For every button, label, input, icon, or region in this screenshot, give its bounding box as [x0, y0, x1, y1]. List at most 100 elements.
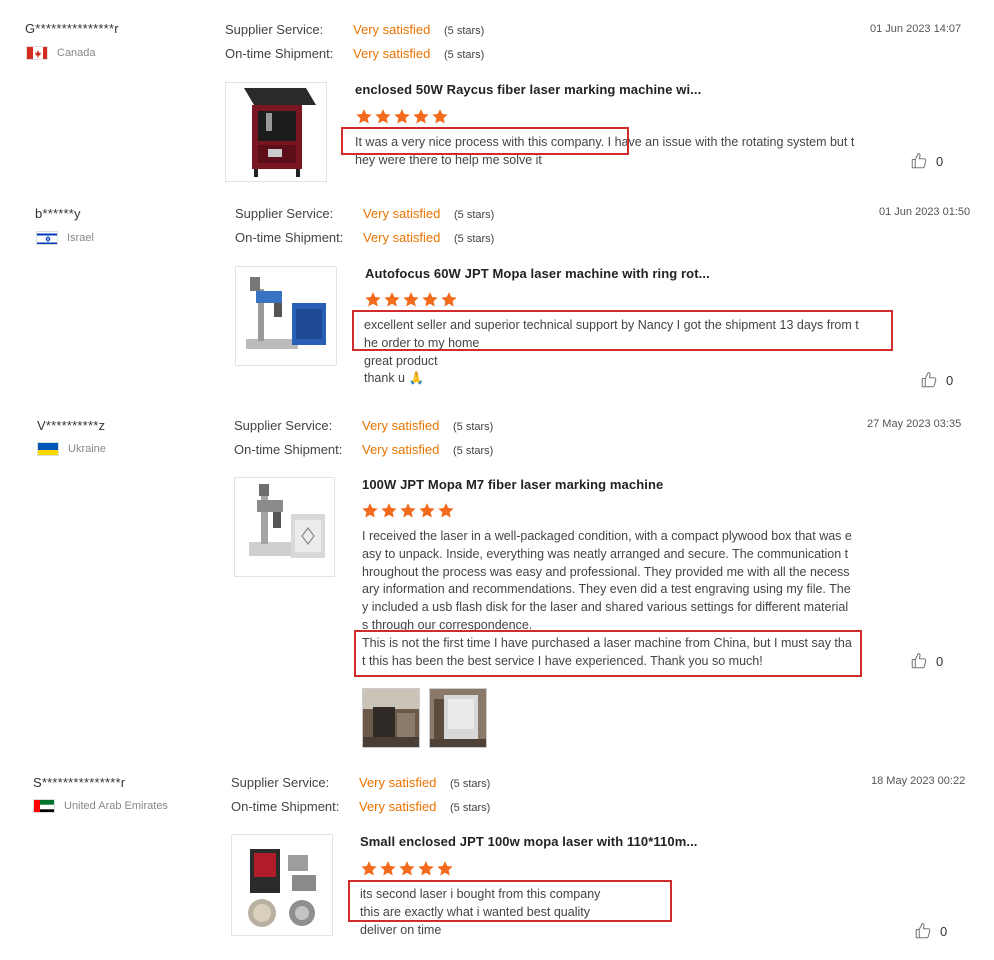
like-button[interactable]: 0 — [914, 922, 947, 940]
review-text: I received the laser in a well-packaged … — [362, 528, 852, 670]
thumbs-up-icon — [911, 152, 927, 169]
star-icon — [381, 503, 397, 518]
supplier-service-value: Very satisfied — [359, 775, 437, 790]
supplier-service-value: Very satisfied — [363, 206, 441, 221]
shipment-stars: (5 stars) — [450, 802, 491, 814]
country-name: United Arab Emirates — [64, 800, 168, 812]
ukraine-flag-icon — [37, 442, 59, 456]
country-name: Canada — [57, 47, 96, 59]
review-text-line: This is not the first time I have purcha… — [362, 635, 852, 668]
thumbs-up-icon — [911, 652, 927, 669]
supplier-service-stars: (5 stars) — [453, 421, 494, 433]
shipment-value: Very satisfied — [359, 799, 437, 814]
supplier-service-rating: Supplier Service: Very satisfied (5 star… — [234, 418, 493, 433]
shipment-value: Very satisfied — [353, 46, 431, 61]
review-photo[interactable] — [362, 688, 420, 748]
thumbs-up-icon — [915, 922, 931, 939]
shipment-rating: On-time Shipment: Very satisfied (5 star… — [235, 230, 494, 245]
product-rating-stars — [355, 108, 449, 125]
star-icon — [422, 292, 438, 307]
star-icon — [419, 503, 435, 518]
supplier-service-label: Supplier Service: — [225, 22, 324, 37]
star-icon — [375, 109, 391, 124]
supplier-service-label: Supplier Service: — [235, 206, 334, 221]
like-count: 0 — [940, 923, 948, 939]
product-rating-stars — [364, 291, 458, 308]
uae-flag-icon — [33, 799, 55, 813]
shipment-label: On-time Shipment: — [234, 442, 343, 457]
product-rating-stars — [361, 502, 455, 519]
reviewer-name: V**********z — [37, 418, 106, 433]
like-count: 0 — [936, 653, 944, 669]
country-name: Israel — [67, 232, 94, 244]
product-rating-stars — [360, 860, 454, 877]
product-title[interactable]: enclosed 50W Raycus fiber laser marking … — [355, 82, 701, 97]
star-icon — [441, 292, 457, 307]
review-text-line: excellent seller and superior technical … — [364, 318, 859, 350]
review-text-line: It was a very nice process with this com… — [355, 135, 855, 167]
star-icon — [432, 109, 448, 124]
shipment-stars: (5 stars) — [453, 445, 494, 457]
star-icon — [362, 503, 378, 518]
review-date: 01 Jun 2023 14:07 — [870, 23, 962, 35]
star-icon — [394, 109, 410, 124]
review-text: its second laser i bought from this comp… — [360, 886, 860, 939]
israel-flag-icon — [36, 231, 58, 245]
review-text: It was a very nice process with this com… — [355, 134, 855, 170]
reviewer-country: Israel — [36, 231, 94, 245]
star-icon — [438, 503, 454, 518]
product-thumbnail[interactable] — [235, 266, 337, 366]
supplier-service-rating: Supplier Service: Very satisfied (5 star… — [225, 22, 484, 37]
review-text-line: thank u 🙏 — [364, 371, 425, 386]
review-date: 01 Jun 2023 01:50 — [879, 206, 971, 218]
star-icon — [413, 109, 429, 124]
product-thumbnail[interactable] — [225, 82, 327, 182]
review-photo[interactable] — [429, 688, 487, 748]
reviewer-name: G***************r — [25, 21, 119, 36]
review-text: excellent seller and superior technical … — [364, 317, 864, 388]
product-thumbnail[interactable] — [231, 834, 333, 936]
canada-flag-icon — [26, 46, 48, 60]
supplier-service-rating: Supplier Service: Very satisfied (5 star… — [235, 206, 494, 221]
product-title[interactable]: 100W JPT Mopa M7 fiber laser marking mac… — [362, 477, 663, 492]
product-thumbnail[interactable] — [234, 477, 335, 577]
star-icon — [437, 861, 453, 876]
shipment-stars: (5 stars) — [444, 49, 485, 61]
review-text-line: great product — [364, 353, 438, 368]
reviewer-country: United Arab Emirates — [33, 799, 168, 813]
supplier-service-stars: (5 stars) — [454, 209, 495, 221]
product-title[interactable]: Small enclosed JPT 100w mopa laser with … — [360, 834, 698, 849]
like-count: 0 — [936, 153, 944, 169]
supplier-service-label: Supplier Service: — [231, 775, 330, 790]
reviewer-name: S***************r — [33, 775, 126, 790]
product-title[interactable]: Autofocus 60W JPT Mopa laser machine wit… — [365, 266, 710, 281]
review-text-line: I received the laser in a well-packaged … — [362, 529, 852, 632]
shipment-label: On-time Shipment: — [225, 46, 334, 61]
like-button[interactable]: 0 — [910, 652, 943, 670]
reviewer-name: b******y — [35, 206, 81, 221]
star-icon — [356, 109, 372, 124]
country-name: Ukraine — [68, 443, 106, 455]
review-text-line: deliver on time — [360, 922, 442, 937]
star-icon — [384, 292, 400, 307]
shipment-label: On-time Shipment: — [231, 799, 340, 814]
like-button[interactable]: 0 — [920, 371, 953, 389]
thumbs-up-icon — [921, 371, 937, 388]
supplier-service-label: Supplier Service: — [234, 418, 333, 433]
reviewer-country: Ukraine — [37, 442, 106, 456]
star-icon — [400, 503, 416, 518]
star-icon — [399, 861, 415, 876]
shipment-rating: On-time Shipment: Very satisfied (5 star… — [225, 46, 484, 61]
shipment-value: Very satisfied — [363, 230, 441, 245]
supplier-service-stars: (5 stars) — [450, 778, 491, 790]
shipment-stars: (5 stars) — [454, 233, 495, 245]
star-icon — [361, 861, 377, 876]
supplier-service-value: Very satisfied — [353, 22, 431, 37]
like-button[interactable]: 0 — [910, 152, 943, 170]
star-icon — [380, 861, 396, 876]
supplier-service-stars: (5 stars) — [444, 25, 485, 37]
star-icon — [365, 292, 381, 307]
supplier-service-value: Very satisfied — [362, 418, 440, 433]
star-icon — [403, 292, 419, 307]
reviewer-country: Canada — [26, 46, 96, 60]
